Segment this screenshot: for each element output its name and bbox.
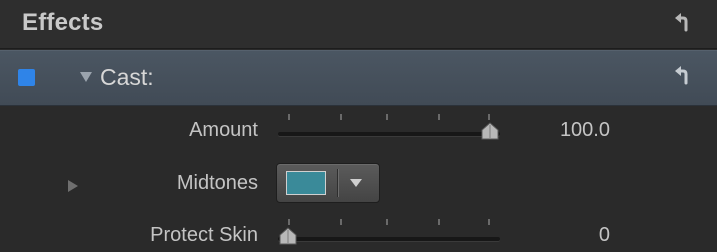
effects-title: Effects [22,9,104,36]
slider-tick [438,219,440,225]
effect-row-cast[interactable]: Cast: [0,50,717,106]
midtones-color-swatch[interactable] [286,171,326,195]
slider-thumb[interactable] [279,227,297,245]
slider-tick [386,219,388,225]
reset-arrow-icon[interactable] [670,64,696,90]
midtones-color-well[interactable] [276,163,380,203]
slider-tick [288,114,290,120]
slider-tick [386,114,388,120]
protect-skin-label: Protect Skin [150,224,258,246]
chevron-down-icon[interactable] [350,179,362,187]
amount-slider[interactable] [278,114,500,144]
effect-name: Cast: [100,64,154,90]
reset-arrow-icon[interactable] [670,11,696,37]
slider-tick [340,219,342,225]
slider-tick [288,219,290,225]
disclosure-triangle-open-icon[interactable] [80,72,92,82]
effect-enable-checkbox[interactable] [18,69,35,86]
effects-inspector: Effects Cast: Amount 100.0 Midtones Prot… [0,0,717,252]
amount-value[interactable]: 100.0 [520,119,610,142]
color-well-divider [337,169,338,197]
slider-tick [488,114,490,120]
slider-track [278,132,500,136]
slider-tick [438,114,440,120]
midtones-label: Midtones [176,172,258,194]
slider-thumb[interactable] [481,122,499,140]
slider-tick [340,114,342,120]
protect-skin-value[interactable]: 0 [520,224,610,247]
slider-tick [488,219,490,225]
effects-header: Effects [0,0,717,49]
amount-label: Amount [189,119,258,141]
protect-skin-slider[interactable] [278,219,500,249]
slider-track [278,237,500,241]
